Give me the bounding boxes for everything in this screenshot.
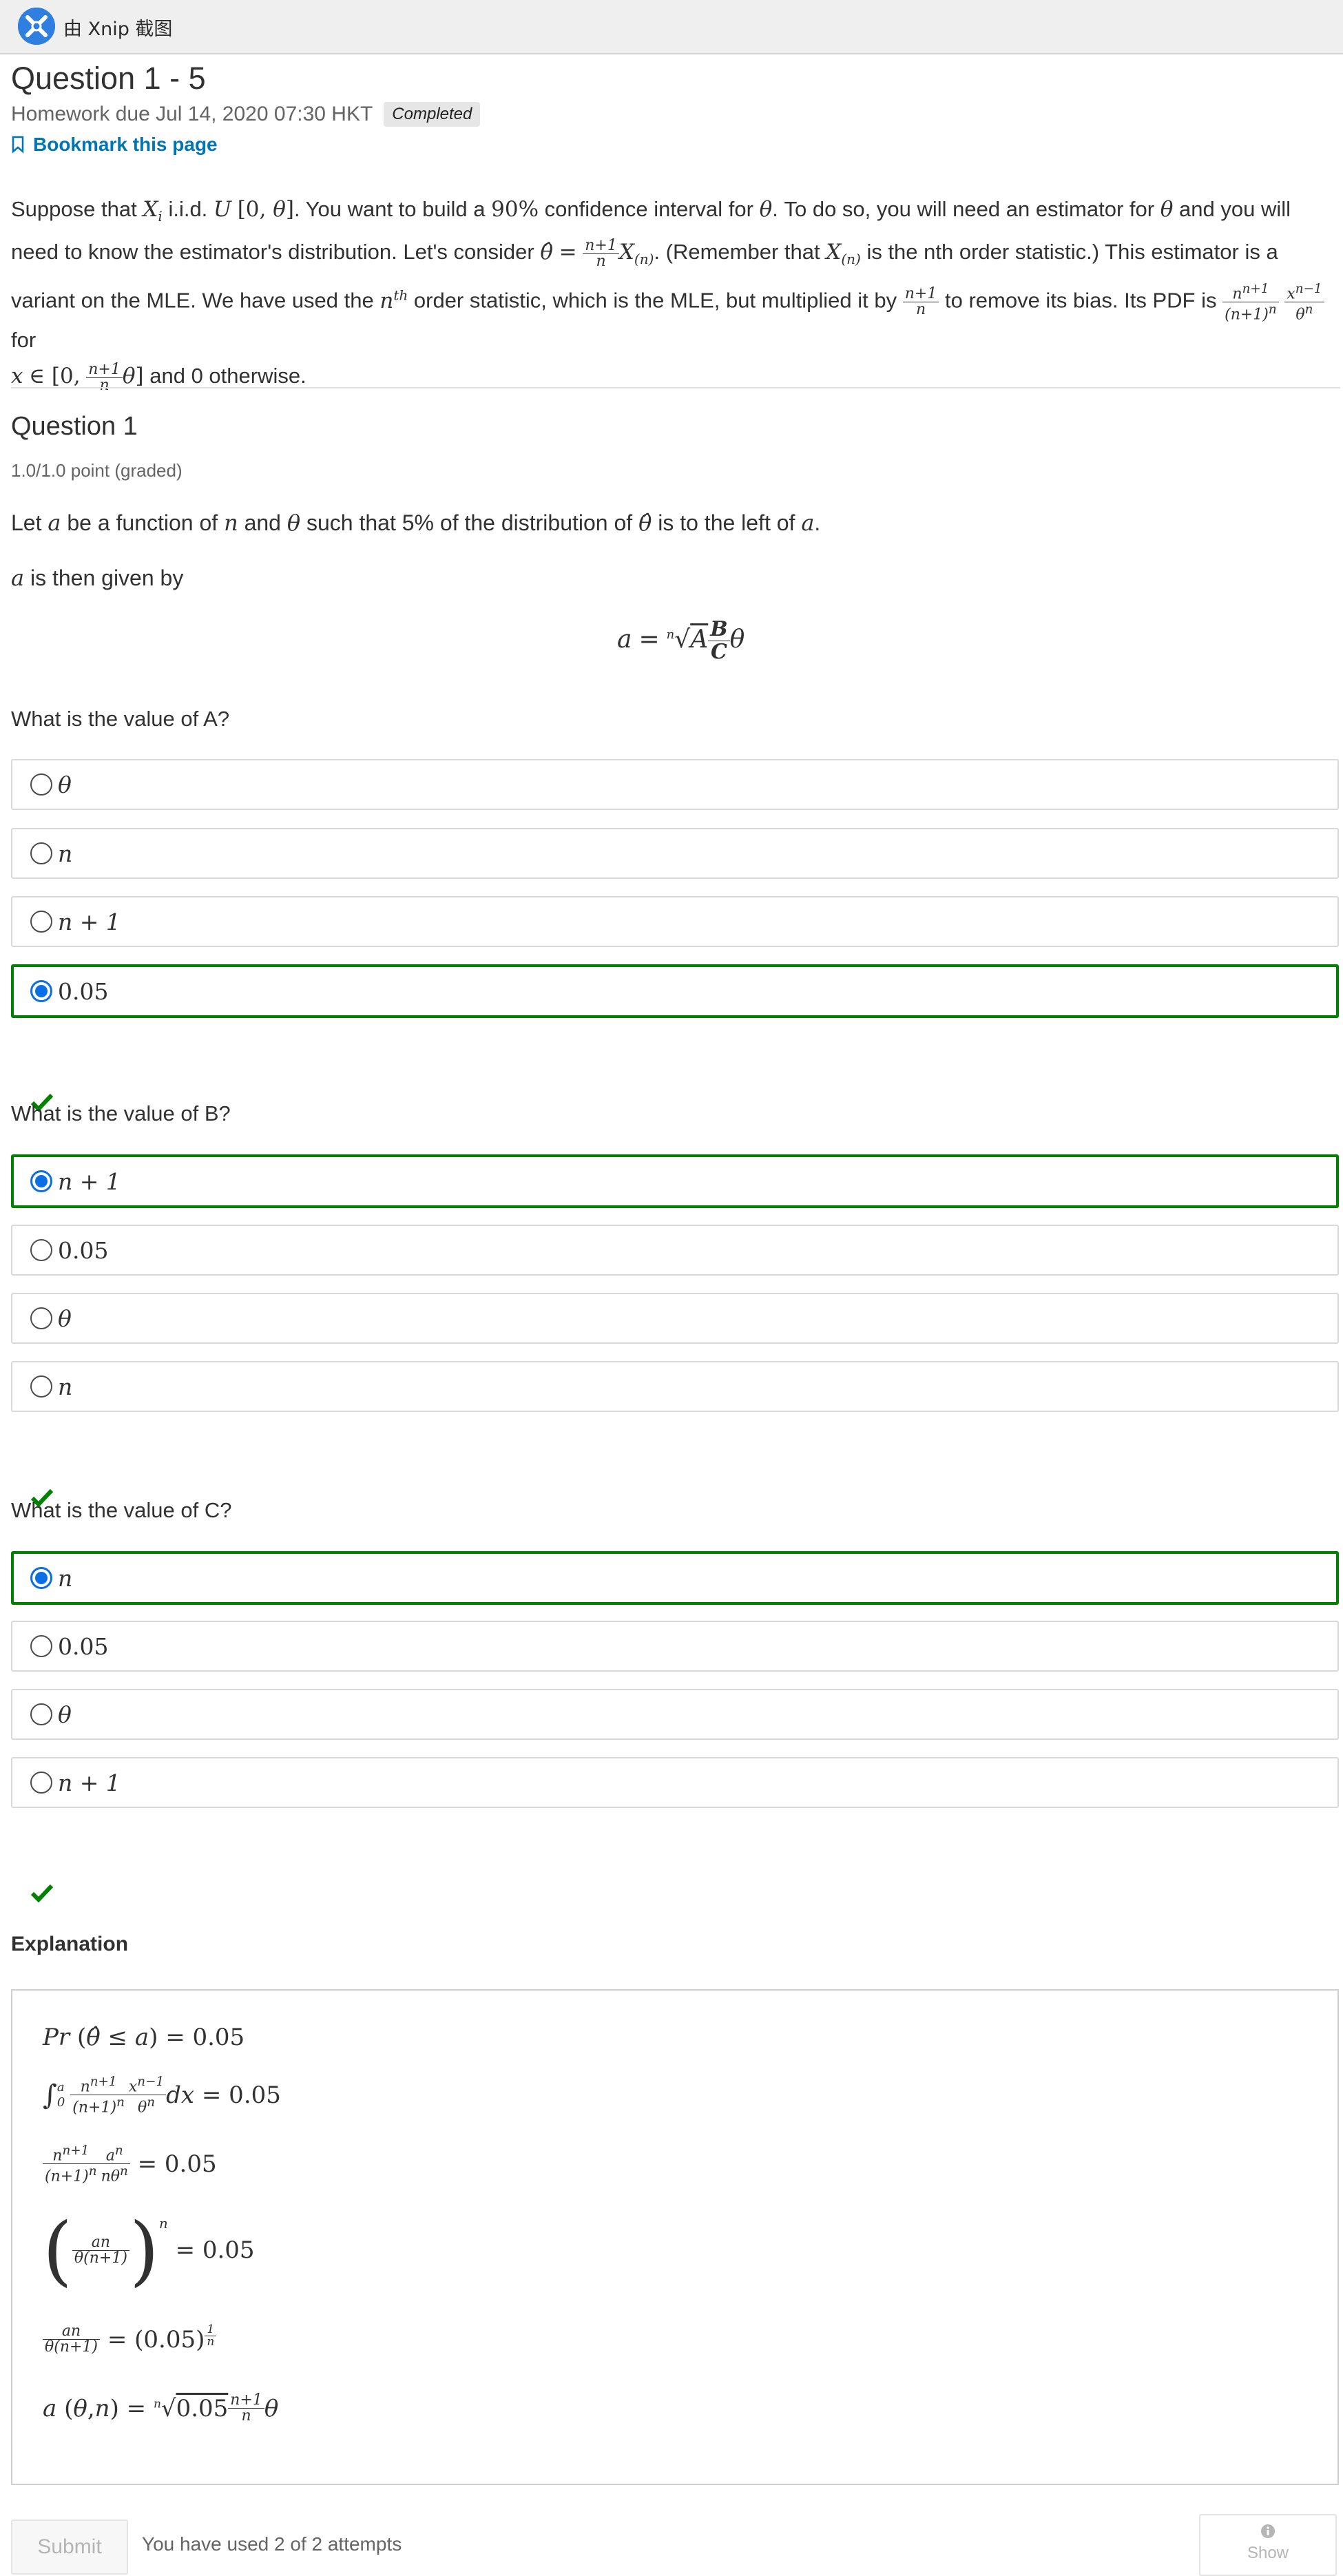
- submit-button[interactable]: Submit: [11, 2520, 128, 2575]
- equation-rhs: = (0.05): [107, 2325, 205, 2354]
- choice-label: n: [58, 1564, 73, 1592]
- part-a-prompt: What is the value of A?: [11, 707, 230, 731]
- choice-label: n: [58, 840, 73, 867]
- choice-label: 0.05: [58, 1632, 109, 1660]
- given-line: a is then given by: [11, 565, 184, 591]
- capture-bar-label: 由 Xnip 截图: [63, 19, 173, 40]
- choice-label: n: [58, 1373, 73, 1400]
- part-c-choice-4[interactable]: n + 1: [11, 1757, 1339, 1808]
- radio-button[interactable]: [30, 1239, 52, 1261]
- choice-label: n + 1: [58, 1167, 121, 1195]
- intro-text: to remove its bias. Its PDF is: [944, 288, 1217, 313]
- intro-text: Suppose that: [11, 197, 137, 221]
- bookmark-link[interactable]: Bookmark this page: [11, 134, 218, 156]
- intro-text: and 0 otherwise.: [149, 364, 306, 388]
- explanation-equation-5: an θ(n+1) = (0.05) 1n: [43, 2324, 217, 2355]
- checkmark-icon: [30, 1884, 54, 1902]
- capture-bar: 由 Xnip 截图: [0, 0, 1343, 54]
- stem-text: Let: [11, 510, 42, 535]
- equation-rhs: = 0.05: [165, 2024, 245, 2051]
- intro-text: . You want to build a: [294, 197, 486, 221]
- radio-button[interactable]: [30, 1703, 52, 1725]
- question-heading: Question 1: [11, 412, 138, 441]
- due-date: Homework due Jul 14, 2020 07:30 HKT: [11, 103, 373, 125]
- show-label: Show: [1247, 2544, 1289, 2562]
- explanation-equation-4: ( an θ(n+1) ) n = 0.05: [43, 2206, 255, 2294]
- part-a-choice-2[interactable]: n: [11, 828, 1339, 879]
- part-b-choice-1-selected[interactable]: n + 1: [11, 1154, 1339, 1208]
- given-text: is then given by: [30, 565, 184, 590]
- explanation-equation-3: nn+1 (n+1)n an nθn = 0.05: [43, 2143, 217, 2185]
- intro-text: . To do so, you will need an estimator f…: [772, 197, 1155, 221]
- show-answer-button[interactable]: Show: [1199, 2514, 1337, 2576]
- xnip-logo-icon: [18, 8, 55, 45]
- part-a-choice-4-selected[interactable]: 0.05: [11, 964, 1339, 1018]
- bookmark-label: Bookmark this page: [33, 134, 218, 155]
- part-c-choice-2[interactable]: 0.05: [11, 1621, 1339, 1672]
- radio-button-checked[interactable]: [30, 1170, 52, 1192]
- section-divider: [11, 387, 1340, 388]
- equation-rhs: = 0.05: [175, 2236, 255, 2264]
- part-b-prompt: What is the value of B?: [11, 1101, 231, 1125]
- part-a-choice-1[interactable]: θ: [11, 759, 1339, 810]
- answer-formula: a = n√A B Cθ: [617, 617, 745, 664]
- choice-label: θ: [58, 1305, 72, 1332]
- choice-label: n + 1: [58, 908, 121, 935]
- intro-text: i.i.d.: [168, 197, 208, 221]
- intro-text: for: [11, 328, 37, 353]
- explanation-equation-2: ∫ a 0 nn+1 (n+1)n xn−1 θn dx = 0.05: [43, 2075, 281, 2117]
- stem-text: and: [244, 510, 281, 535]
- radio-button[interactable]: [30, 1772, 52, 1794]
- stem-text: be a function of: [67, 510, 218, 535]
- choice-label: 0.05: [58, 977, 109, 1005]
- equation-rhs: = 0.05: [137, 2150, 217, 2178]
- part-c-prompt: What is the value of C?: [11, 1498, 232, 1522]
- radio-button[interactable]: [30, 1635, 52, 1657]
- intro-text: . (Remember that: [654, 240, 820, 264]
- intro-text: confidence interval for: [544, 197, 753, 221]
- explanation-equation-6: a (θ, n) = n√0.05 n+1 n θ: [43, 2391, 279, 2424]
- attempts-text: You have used 2 of 2 attempts: [142, 2533, 402, 2555]
- radio-button-checked[interactable]: [30, 980, 52, 1002]
- radio-button[interactable]: [30, 911, 52, 933]
- explanation-box: Pr (θ̂ ≤ a) = 0.05 ∫ a 0 nn+1 (n+1)n xn−1 θn…: [11, 1989, 1339, 2485]
- choice-label: θ: [58, 1701, 72, 1728]
- intro-text: order statistic, which is the MLE, but m…: [413, 288, 897, 313]
- question-points: 1.0/1.0 point (graded): [11, 460, 183, 481]
- page-title: Question 1 - 5: [11, 61, 206, 96]
- explanation-equation-1: Pr (θ̂ ≤ a) = 0.05: [43, 2024, 245, 2051]
- radio-button-checked[interactable]: [30, 1567, 52, 1589]
- choice-label: θ: [58, 771, 72, 798]
- choice-label: n + 1: [58, 1769, 121, 1796]
- question-stem: Let a be a function of n and θ such that…: [11, 510, 821, 536]
- equation-rhs: = 0.05: [201, 2081, 281, 2109]
- bookmark-icon: [12, 136, 24, 154]
- explanation-title: Explanation: [11, 1933, 129, 1955]
- stem-text: is to the left of: [658, 510, 795, 535]
- part-b-choice-3[interactable]: θ: [11, 1293, 1339, 1344]
- stem-text: such that 5% of the distribution of: [306, 510, 633, 535]
- part-c-choice-3[interactable]: θ: [11, 1689, 1339, 1740]
- problem-intro: Suppose that Xi i.i.d. U [0, θ]. You wan…: [11, 191, 1340, 394]
- radio-button[interactable]: [30, 1307, 52, 1329]
- due-line: Homework due Jul 14, 2020 07:30 HKT Comp…: [11, 102, 481, 127]
- info-icon: [1261, 2524, 1275, 2538]
- status-badge: Completed: [384, 102, 481, 127]
- radio-button[interactable]: [30, 842, 52, 864]
- part-c-choice-1-selected[interactable]: n: [11, 1551, 1339, 1605]
- confidence-level: 90%: [491, 197, 539, 222]
- part-a-choice-3[interactable]: n + 1: [11, 896, 1339, 947]
- radio-button[interactable]: [30, 1375, 52, 1398]
- part-b-choice-2[interactable]: 0.05: [11, 1225, 1339, 1276]
- radio-button[interactable]: [30, 773, 52, 796]
- choice-label: 0.05: [58, 1236, 109, 1264]
- part-b-choice-4[interactable]: n: [11, 1361, 1339, 1412]
